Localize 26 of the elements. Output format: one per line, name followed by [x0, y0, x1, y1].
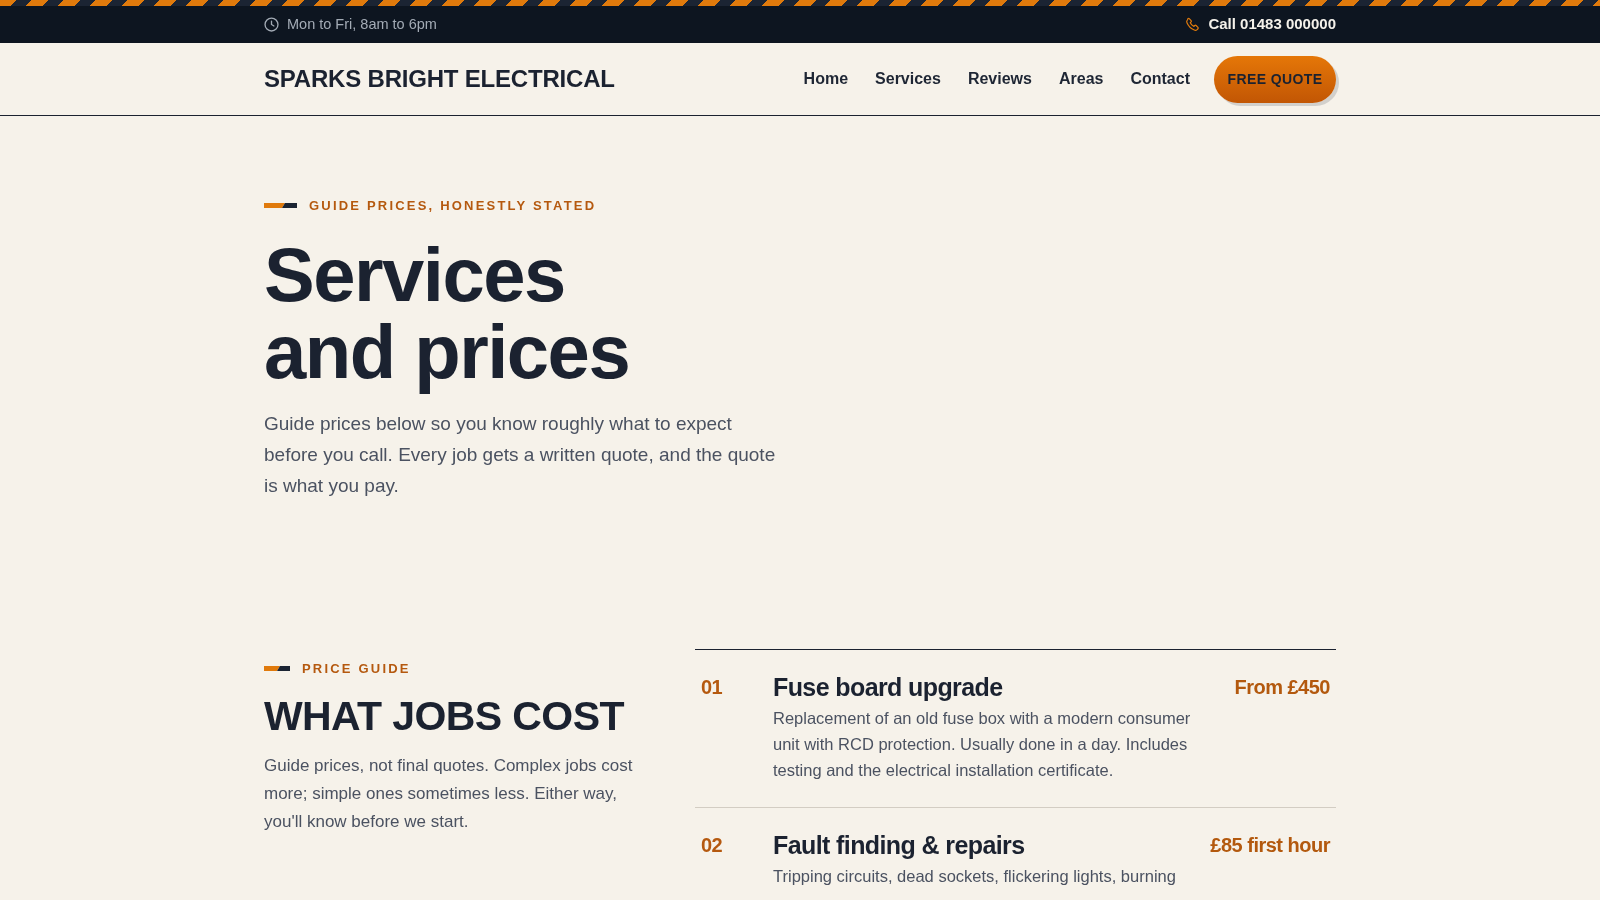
free-quote-button[interactable]: FREE QUOTE	[1214, 55, 1336, 103]
service-price: From £450	[1233, 674, 1330, 700]
eyebrow-text: PRICE GUIDE	[302, 659, 411, 678]
item-number: 01	[701, 674, 724, 700]
service-price: £85 first hour	[1209, 832, 1330, 858]
service-title: Fuse board upgrade	[773, 671, 1004, 702]
nav-link[interactable]: Services	[875, 67, 941, 91]
dash-icon	[264, 203, 297, 209]
phone-link[interactable]: Call 01483 000000	[1185, 13, 1336, 36]
opening-hours: Mon to Fri, 8am to 6pm	[287, 14, 437, 34]
dash-icon	[264, 665, 290, 671]
nav-link[interactable]: Areas	[1058, 67, 1104, 91]
eyebrow-text: GUIDE PRICES, HONESTLY STATED	[309, 197, 597, 215]
service-description: Replacement of an old fuse box with a modern consumer unit with RCD protection. Usually done in a day. Includes testing and the electrical installation certificate.	[773, 707, 1192, 781]
section-heading: WHAT JOBS COST	[264, 692, 625, 741]
service-title: Fault finding & repairs	[773, 829, 1026, 860]
brand-logo[interactable]: SPARKS BRIGHT ELECTRICAL	[264, 61, 615, 97]
phone-icon	[1185, 17, 1201, 32]
service-description: Tripping circuits, dead sockets, flickering lights, burning	[773, 865, 1177, 887]
item-number: 02	[701, 832, 724, 858]
nav-link[interactable]: Reviews	[967, 67, 1032, 91]
nav-link[interactable]: Home	[803, 67, 849, 91]
clock-icon	[264, 17, 279, 32]
section-paragraph: Guide prices, not final quotes. Complex jobs cost more; simple ones sometimes less. Either way, you'll know before we start.	[264, 755, 634, 833]
intro-paragraph: Guide prices below so you know roughly what to expect before you call. Every job gets a written quote, and the quote is what you pay.	[264, 411, 777, 498]
nav-link[interactable]: Contact	[1130, 67, 1190, 91]
